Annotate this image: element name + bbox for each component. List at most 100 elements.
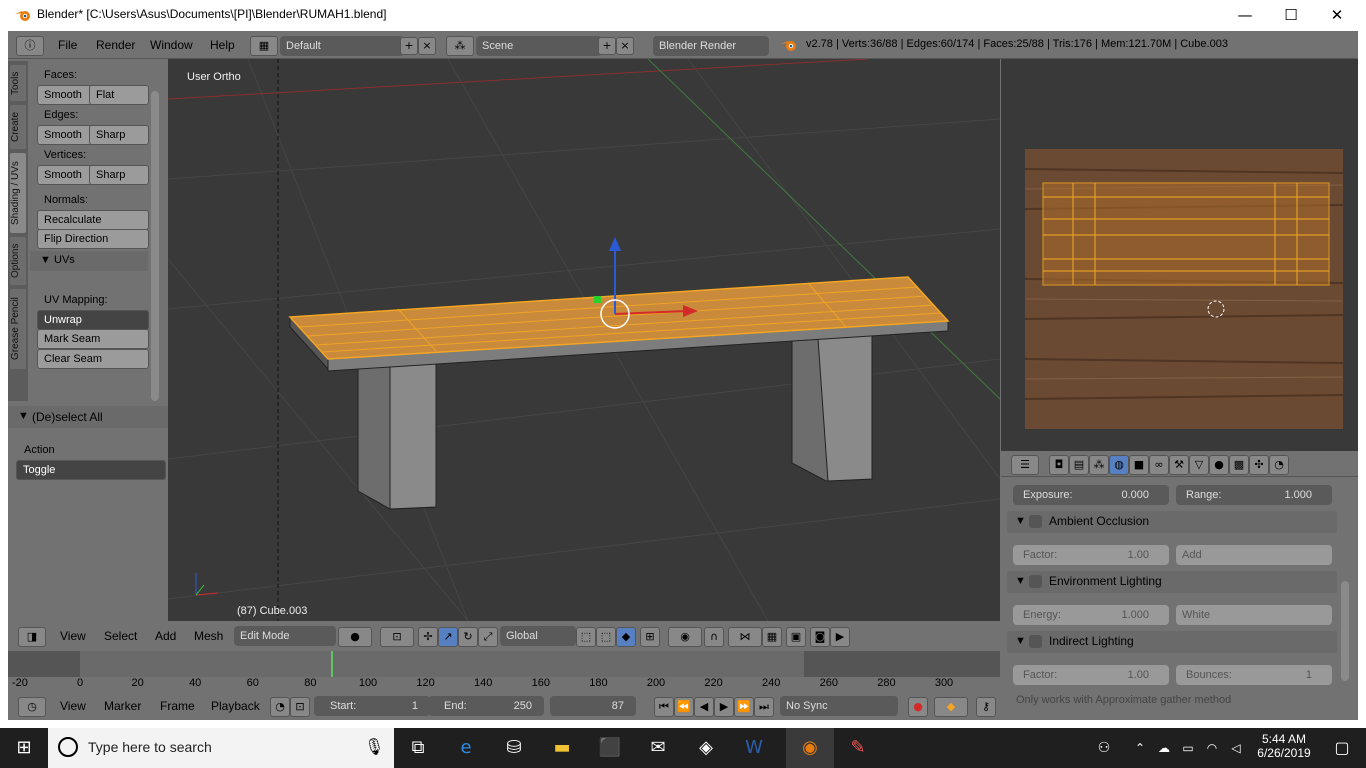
paint-icon[interactable]: ✎ [834, 728, 882, 768]
translate-icon[interactable]: ↗ [438, 627, 458, 647]
start-windows-icon[interactable]: ⊞ [0, 728, 48, 768]
action-select[interactable]: Toggle [16, 460, 166, 480]
env-energy-field[interactable]: Energy: 1.000 [1013, 605, 1169, 625]
indirect-lighting-header[interactable]: ▼ Indirect Lighting [1007, 631, 1337, 653]
play-icon[interactable]: ▶ [714, 697, 734, 717]
properties-editor-type-icon[interactable]: ☰ [1011, 455, 1039, 475]
jump-end-icon[interactable]: ⏭ [754, 697, 774, 717]
taskbar-search-box[interactable]: Type here to search 🎙 [48, 728, 394, 768]
mode-select[interactable]: Edit Mode [234, 626, 336, 646]
render-layers-tab-icon[interactable]: ▤ [1069, 455, 1089, 475]
volume-icon[interactable]: ◁ [1224, 728, 1248, 768]
edges-smooth-button[interactable]: Smooth [37, 125, 97, 145]
recalculate-button[interactable]: Recalculate [37, 210, 149, 230]
auto-key-icon[interactable]: ⚷ [976, 697, 996, 717]
menu-playback[interactable]: Playback [211, 699, 260, 713]
manipulator-toggle-icon[interactable]: ✢ [418, 627, 438, 647]
jump-start-icon[interactable]: ⏮ [654, 697, 674, 717]
environment-lighting-checkbox[interactable] [1029, 575, 1042, 588]
operator-panel-header[interactable]: ▼ (De)select All [8, 406, 168, 428]
preview-range-icon[interactable]: ◔ [270, 697, 290, 717]
render-image-icon[interactable]: ◙ [810, 627, 830, 647]
microphone-icon[interactable]: 🎙 [364, 737, 384, 756]
mark-seam-button[interactable]: Mark Seam [37, 329, 149, 349]
close-button[interactable]: ✕ [1314, 0, 1360, 31]
menu-help[interactable]: Help [210, 38, 235, 52]
rotate-icon[interactable]: ↻ [458, 627, 478, 647]
ao-blend-select[interactable]: Add [1176, 545, 1332, 565]
proportional-edit-icon[interactable]: ◉ [668, 627, 702, 647]
face-select-icon[interactable]: ◆ [616, 627, 636, 647]
uv-image-editor[interactable] [1001, 59, 1358, 451]
gift-icon[interactable]: ⬛ [586, 728, 634, 768]
tab-tools[interactable]: Tools [10, 65, 26, 101]
ind-factor-field[interactable]: Factor: 1.00 [1013, 665, 1169, 685]
toolshelf-scrollbar[interactable] [151, 91, 159, 401]
faces-smooth-button[interactable]: Smooth [37, 85, 97, 105]
range-field[interactable]: Range: 1.000 [1176, 485, 1332, 505]
play-reverse-icon[interactable]: ◀ [694, 697, 714, 717]
scene-icon[interactable]: ⁂ [446, 36, 474, 56]
maximize-button[interactable]: ☐ [1268, 0, 1314, 31]
clear-seam-button[interactable]: Clear Seam [37, 349, 149, 369]
mail-icon[interactable]: ✉ [634, 728, 682, 768]
edge-browser-icon[interactable]: e [442, 728, 490, 768]
vertices-smooth-button[interactable]: Smooth [37, 165, 97, 185]
layout-select[interactable]: Default [280, 36, 404, 56]
menu-select[interactable]: Select [104, 629, 137, 643]
data-tab-icon[interactable]: ▽ [1189, 455, 1209, 475]
material-tab-icon[interactable]: ● [1209, 455, 1229, 475]
screen-layout-icon[interactable]: ▦ [250, 36, 278, 56]
menu-view[interactable]: View [60, 629, 86, 643]
environment-lighting-header[interactable]: ▼ Environment Lighting [1007, 571, 1337, 593]
action-center-icon[interactable]: ▢ [1318, 728, 1366, 768]
remove-scene-icon[interactable]: × [616, 37, 634, 55]
particles-tab-icon[interactable]: ✣ [1249, 455, 1269, 475]
timeline-editor-type-icon[interactable]: ◷ [18, 697, 46, 717]
blender-taskbar-icon[interactable]: ◉ [786, 728, 834, 768]
store-icon[interactable]: ⛁ [490, 728, 538, 768]
add-layout-icon[interactable]: + [400, 37, 418, 55]
tab-shading-uvs[interactable]: Shading / UVs [10, 153, 26, 233]
scene-tab-icon[interactable]: ⁂ [1089, 455, 1109, 475]
menu-view[interactable]: View [60, 699, 86, 713]
texture-tab-icon[interactable]: ▩ [1229, 455, 1249, 475]
pivot-icon[interactable]: ⊡ [380, 627, 414, 647]
menu-window[interactable]: Window [150, 38, 193, 52]
sync-select[interactable]: No Sync [780, 696, 898, 716]
end-frame-field[interactable]: End: 250 [428, 696, 544, 716]
current-frame-field[interactable]: 87 [550, 696, 636, 716]
chevron-up-icon[interactable]: ⌃ [1128, 728, 1152, 768]
unity-icon[interactable]: ◈ [682, 728, 730, 768]
flip-direction-button[interactable]: Flip Direction [37, 229, 149, 249]
timeline-playhead[interactable] [330, 651, 333, 677]
prev-keyframe-icon[interactable]: ⏪ [674, 697, 694, 717]
minimize-button[interactable]: — [1222, 0, 1268, 31]
file-explorer-icon[interactable]: ▬ [538, 728, 586, 768]
record-icon[interactable]: ● [908, 697, 928, 717]
remove-layout-icon[interactable]: × [418, 37, 436, 55]
orientation-select[interactable]: Global [500, 626, 576, 646]
menu-mesh[interactable]: Mesh [194, 629, 223, 643]
render-tab-icon[interactable]: ◘ [1049, 455, 1069, 475]
menu-render[interactable]: Render [96, 38, 135, 52]
modifiers-tab-icon[interactable]: ⚒ [1169, 455, 1189, 475]
clock[interactable]: 5:44 AM 6/26/2019 [1252, 732, 1316, 760]
3d-viewport[interactable]: User Ortho (87) Cube.003 [168, 59, 1000, 621]
edge-select-icon[interactable]: ⬚ [596, 627, 616, 647]
tab-options[interactable]: Options [10, 237, 26, 285]
scale-icon[interactable]: ⤢ [478, 627, 498, 647]
uvs-panel-header[interactable]: ▼ UVs [30, 251, 148, 271]
viewport-editor-type-icon[interactable]: ◨ [18, 627, 46, 647]
menu-marker[interactable]: Marker [104, 699, 141, 713]
ambient-occlusion-header[interactable]: ▼ Ambient Occlusion [1007, 511, 1337, 533]
next-keyframe-icon[interactable]: ⏩ [734, 697, 754, 717]
world-tab-icon[interactable]: ◍ [1109, 455, 1129, 475]
vertices-sharp-button[interactable]: Sharp [89, 165, 149, 185]
start-frame-field[interactable]: Start: 1 [314, 696, 430, 716]
menu-add[interactable]: Add [155, 629, 176, 643]
render-animation-icon[interactable]: ▶ [830, 627, 850, 647]
battery-icon[interactable]: ▭ [1176, 728, 1200, 768]
object-tab-icon[interactable]: ■ [1129, 455, 1149, 475]
shading-icon[interactable]: ● [338, 627, 372, 647]
